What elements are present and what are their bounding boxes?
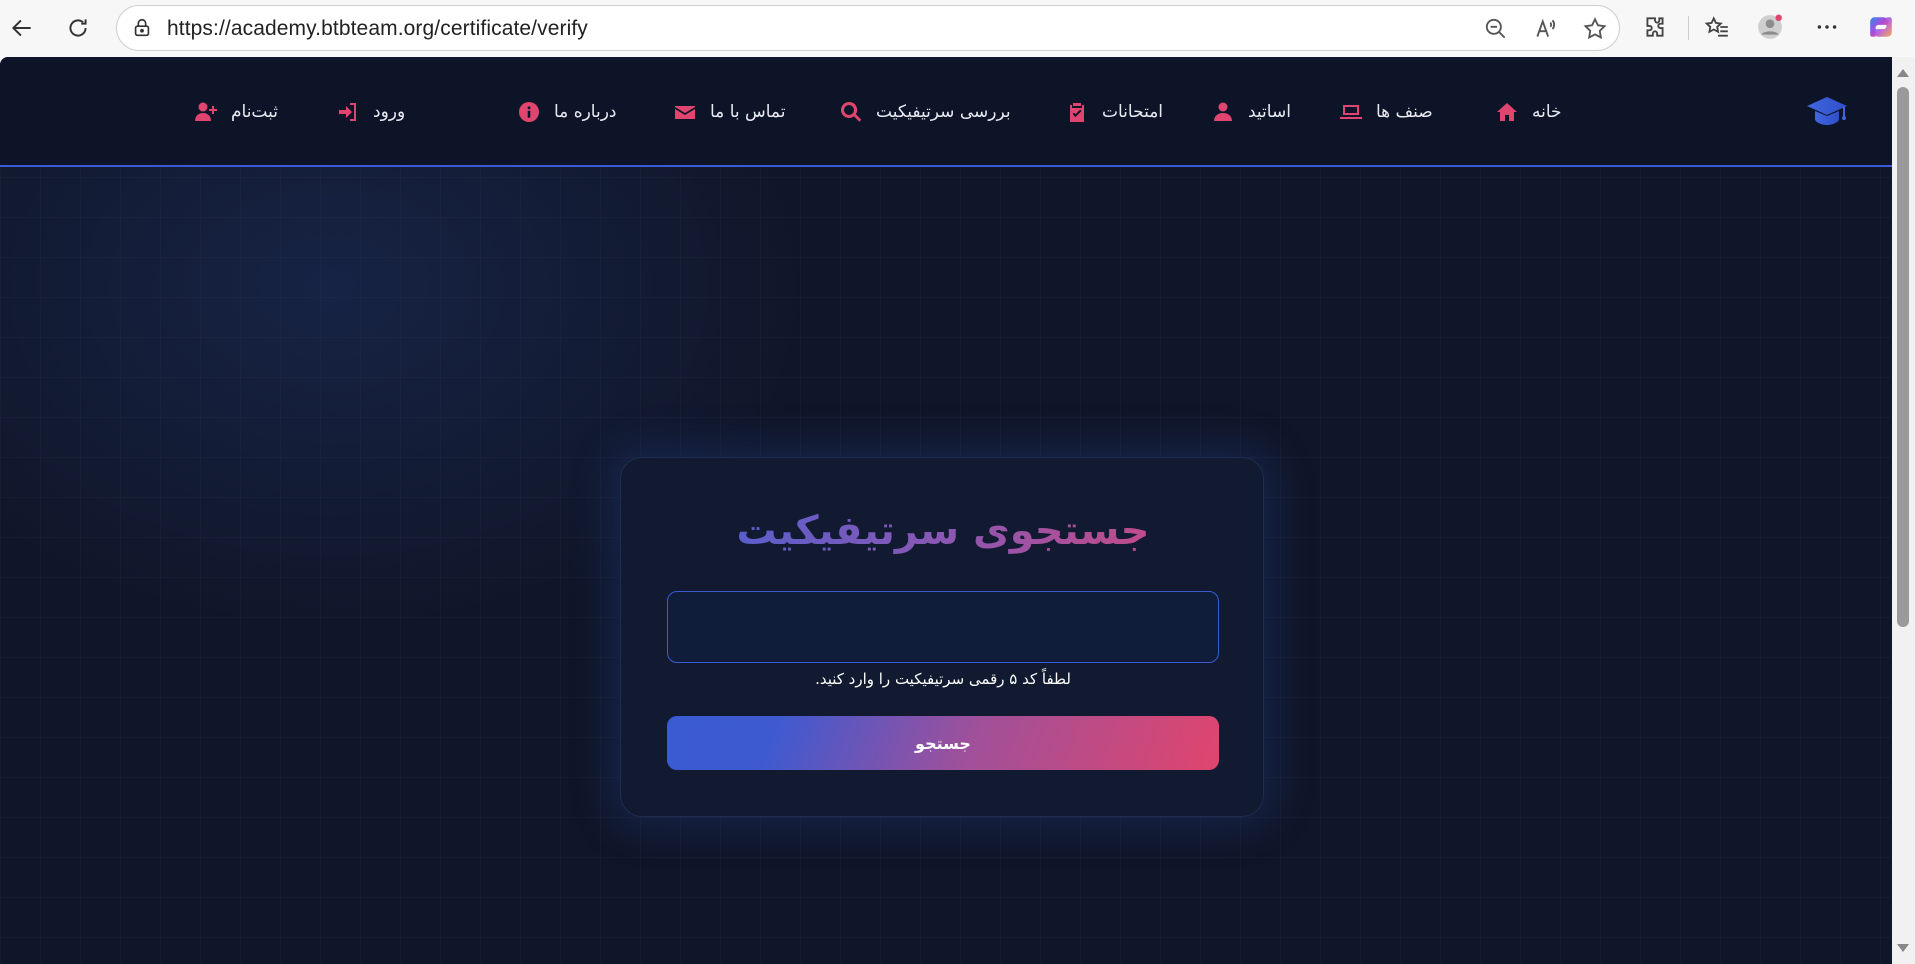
nav-label: صنف ها [1376, 102, 1433, 122]
url-text[interactable]: https://academy.btbteam.org/certificate/… [167, 17, 588, 41]
extensions-button[interactable] [1640, 12, 1670, 42]
scrollbar-thumb[interactable] [1897, 87, 1909, 627]
arrow-left-icon [11, 19, 31, 37]
nav-label: ورود [373, 102, 406, 122]
lock-icon [134, 18, 150, 37]
nav-about[interactable]: درباره ما [516, 97, 617, 127]
certificate-code-input[interactable] [667, 591, 1219, 663]
certificate-search-card: جستجوی سرتیفیکیت لطفاً کد ۵ رقمی سرتیفیک… [620, 457, 1264, 817]
puzzle-icon [1646, 17, 1664, 37]
reload-icon [69, 19, 87, 37]
nav-label: اساتید [1248, 102, 1291, 122]
nav-label: تماس با ما [710, 102, 786, 122]
more-dots-icon [1817, 25, 1837, 29]
nav-register[interactable]: ثبت‌نام [193, 97, 278, 127]
clipboard-check-icon [1064, 99, 1090, 125]
copilot-icon [1870, 17, 1892, 37]
favorite-star-icon[interactable] [1582, 16, 1608, 42]
search-icon [838, 99, 864, 125]
page-scrollbar[interactable] [1892, 57, 1915, 964]
scroll-up-arrow-icon[interactable] [1897, 69, 1909, 77]
favorites-list-icon [1704, 16, 1728, 37]
teacher-icon [1210, 99, 1236, 125]
nav-label: درباره ما [554, 102, 617, 122]
sign-in-icon [335, 99, 361, 125]
nav-login[interactable]: ورود [335, 97, 405, 127]
reload-button[interactable] [60, 10, 96, 46]
profile-button[interactable] [1755, 12, 1785, 42]
more-menu-button[interactable] [1812, 12, 1842, 42]
zoom-out-icon[interactable] [1483, 16, 1509, 42]
input-hint: لطفاً کد ۵ رقمی سرتیفیکیت را وارد کنید. [815, 670, 1071, 688]
nav-label: امتحانات [1102, 102, 1164, 122]
avatar [1758, 14, 1782, 39]
laptop-icon [1338, 99, 1364, 125]
nav-contact[interactable]: تماس با ما [672, 97, 786, 127]
address-bar[interactable]: https://academy.btbteam.org/certificate/… [116, 5, 1620, 51]
nav-teachers[interactable]: اساتید [1210, 97, 1291, 127]
nav-home[interactable]: خانه [1494, 97, 1562, 127]
search-button[interactable]: جستجو [667, 716, 1219, 770]
nav-certificate-check[interactable]: بررسی سرتیفیکیت [838, 97, 1011, 127]
card-title: جستجوی سرتیفیکیت [621, 508, 1265, 554]
nav-label: بررسی سرتیفیکیت [876, 102, 1011, 122]
nav-label: ثبت‌نام [231, 102, 278, 122]
copilot-button[interactable] [1866, 12, 1896, 42]
envelope-icon [672, 99, 698, 125]
graduation-cap-icon[interactable] [1805, 95, 1849, 127]
info-icon [516, 99, 542, 125]
read-aloud-icon[interactable] [1533, 16, 1559, 42]
nav-classes[interactable]: صنف ها [1338, 97, 1433, 127]
back-button[interactable] [4, 10, 40, 46]
scroll-down-arrow-icon[interactable] [1897, 944, 1909, 952]
user-plus-icon [193, 99, 219, 125]
nav-label: خانه [1532, 102, 1562, 122]
nav-exams[interactable]: امتحانات [1064, 97, 1163, 127]
browser-toolbar: https://academy.btbteam.org/certificate/… [0, 0, 1915, 57]
home-icon [1494, 99, 1520, 125]
toolbar-divider [1688, 16, 1689, 40]
favorites-button[interactable] [1702, 12, 1732, 42]
web-page: خانه صنف ها اساتید امتحانات بررسی سرتیفی [0, 57, 1892, 964]
site-navbar: خانه صنف ها اساتید امتحانات بررسی سرتیفی [0, 57, 1892, 167]
